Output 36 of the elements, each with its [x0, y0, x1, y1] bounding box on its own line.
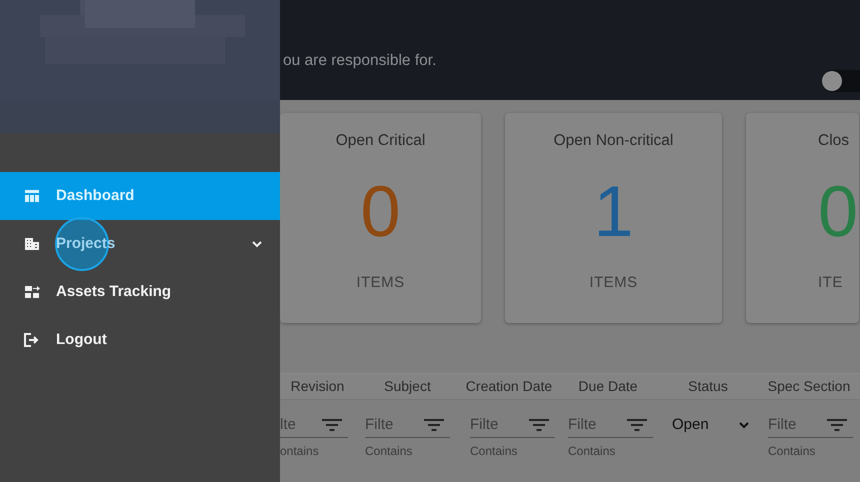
- count-unit: ITE: [818, 273, 843, 294]
- status-dropdown[interactable]: Open: [668, 412, 753, 438]
- filter-mode: Contains: [365, 443, 412, 460]
- filter-icon[interactable]: [627, 418, 647, 432]
- item-count: 0: [360, 176, 401, 248]
- column-header[interactable]: Status: [658, 376, 758, 397]
- logout-icon: [24, 333, 40, 347]
- nav-item[interactable]: Dashboard: [0, 172, 280, 220]
- column-header[interactable]: Due Date: [558, 376, 658, 397]
- column-header[interactable]: Creation Date: [460, 376, 558, 397]
- filter-mode: Contains: [470, 443, 518, 460]
- filter-mode: ontains: [280, 443, 319, 460]
- column-header[interactable]: Spec Section: [758, 376, 860, 397]
- item-count: 0: [818, 176, 858, 248]
- chevron-down-icon: [739, 422, 749, 428]
- filter-icon[interactable]: [424, 418, 444, 432]
- column-header[interactable]: Revision: [280, 376, 355, 397]
- item-count: 1: [593, 176, 634, 248]
- building-icon: [24, 237, 40, 251]
- header-subtitle: ou are responsible for.: [283, 51, 436, 71]
- theme-toggle[interactable]: [822, 70, 860, 92]
- filter-icon[interactable]: [827, 418, 847, 432]
- filter-mode: Contains: [568, 443, 616, 460]
- nav-item[interactable]: Logout: [0, 316, 280, 364]
- nav-item[interactable]: Assets Tracking: [0, 268, 280, 316]
- table-layout-icon: [24, 189, 40, 203]
- card-title: Open Critical: [336, 131, 426, 151]
- filter-icon[interactable]: [322, 418, 342, 432]
- card-title: Clos: [818, 131, 850, 151]
- filter-icon[interactable]: [529, 418, 549, 432]
- count-unit: ITEMS: [589, 273, 638, 294]
- count-unit: ITEMS: [356, 273, 405, 294]
- card-title: Open Non-critical: [554, 131, 674, 151]
- filter-mode: Contains: [768, 443, 816, 460]
- column-header[interactable]: Subject: [355, 376, 460, 397]
- swap-icon: [24, 285, 40, 299]
